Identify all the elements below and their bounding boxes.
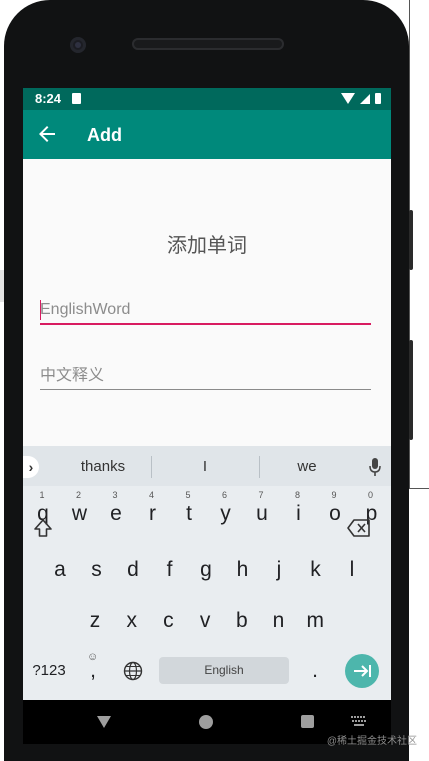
nav-recents-icon[interactable]	[301, 715, 314, 728]
key-d[interactable]: d	[115, 551, 151, 589]
expand-suggestions-button[interactable]: ›	[23, 456, 39, 478]
key-t[interactable]: 5t	[171, 490, 207, 533]
key-hint-9: 9	[331, 490, 337, 500]
symbols-key[interactable]: ?123	[27, 652, 71, 690]
key-n[interactable]: n	[261, 602, 297, 640]
key-hint-8: 8	[294, 490, 300, 500]
backspace-key[interactable]	[341, 509, 377, 547]
key-label: o	[329, 502, 341, 525]
key-x[interactable]: x	[114, 602, 150, 640]
key-y[interactable]: 6y	[208, 490, 244, 533]
key-a[interactable]: a	[42, 551, 78, 589]
nav-home-icon[interactable]	[199, 715, 213, 729]
app-screen: 8:24 Add 添加单词 › thanks I we	[23, 88, 391, 700]
key-e[interactable]: 3e	[98, 490, 134, 533]
soft-keyboard: › thanks I we 1q2w3e4r5t6y7u8i9o0p asdfg…	[23, 446, 391, 700]
suggestion-1[interactable]: thanks	[53, 458, 153, 475]
key-label: t	[186, 502, 192, 525]
signal-icon	[360, 93, 370, 104]
globe-icon	[123, 661, 143, 681]
key-hint-4: 4	[148, 490, 154, 500]
watermark: @稀土掘金技术社区	[326, 736, 417, 747]
key-u[interactable]: 7u	[244, 490, 280, 533]
nav-back-icon[interactable]	[97, 716, 111, 728]
key-label: u	[256, 502, 268, 525]
status-bar: 8:24	[23, 88, 391, 110]
app-bar: Add	[23, 110, 391, 159]
suggestion-strip: › thanks I we	[23, 446, 391, 486]
keyboard-switch-icon[interactable]	[351, 716, 367, 726]
suggestion-2[interactable]: I	[155, 458, 255, 475]
key-label: y	[220, 502, 231, 525]
key-r[interactable]: 4r	[135, 490, 171, 533]
power-button	[409, 340, 413, 440]
key-hint-3: 3	[112, 490, 118, 500]
key-i[interactable]: 8i	[281, 490, 317, 533]
english-word-input[interactable]	[40, 301, 371, 325]
shift-icon	[34, 519, 52, 537]
key-v[interactable]: v	[187, 602, 223, 640]
key-hint-5: 5	[185, 490, 191, 500]
space-key[interactable]: English	[159, 657, 289, 684]
key-hint-0: 0	[367, 490, 373, 500]
emoji-icon: ☺	[87, 651, 99, 663]
period-key[interactable]: .	[297, 652, 333, 690]
key-label: w	[71, 502, 88, 525]
suggestion-3[interactable]: we	[257, 458, 357, 475]
key-j[interactable]: j	[261, 551, 297, 589]
key-label: i	[296, 502, 301, 525]
key-hint-6: 6	[221, 490, 227, 500]
page-title: Add	[87, 125, 122, 145]
key-s[interactable]: s	[79, 551, 115, 589]
suggestion-divider	[151, 456, 152, 478]
key-g[interactable]: g	[188, 551, 224, 589]
notification-icon	[72, 93, 81, 104]
key-k[interactable]: k	[298, 551, 334, 589]
front-camera	[70, 37, 86, 53]
text-cursor	[40, 300, 41, 320]
key-c[interactable]: c	[150, 602, 186, 640]
key-z[interactable]: z	[77, 602, 113, 640]
key-label: r	[149, 502, 156, 525]
earpiece-speaker	[132, 38, 284, 50]
key-m[interactable]: m	[297, 602, 333, 640]
shift-key[interactable]	[25, 509, 61, 547]
form-heading: 添加单词	[167, 235, 247, 257]
arrow-left-icon	[39, 126, 55, 142]
key-hint-7: 7	[258, 490, 264, 500]
comma-key[interactable]: ☺ ,	[79, 651, 107, 690]
key-l[interactable]: l	[334, 551, 370, 589]
status-time: 8:24	[35, 91, 62, 106]
key-label: e	[110, 502, 122, 525]
backspace-icon	[347, 519, 370, 537]
key-f[interactable]: f	[152, 551, 188, 589]
enter-icon	[354, 665, 371, 677]
key-w[interactable]: 2w	[62, 490, 98, 533]
key-hint-2: 2	[75, 490, 81, 500]
chinese-meaning-input[interactable]	[40, 367, 371, 390]
key-hint-1: 1	[39, 490, 45, 500]
back-button[interactable]	[35, 122, 59, 146]
key-b[interactable]: b	[224, 602, 260, 640]
enter-key[interactable]	[345, 654, 379, 688]
battery-icon	[375, 93, 381, 104]
language-key[interactable]	[115, 652, 151, 690]
key-h[interactable]: h	[225, 551, 261, 589]
volume-button	[409, 210, 413, 270]
microphone-icon[interactable]	[369, 458, 381, 476]
wifi-icon	[341, 93, 355, 104]
